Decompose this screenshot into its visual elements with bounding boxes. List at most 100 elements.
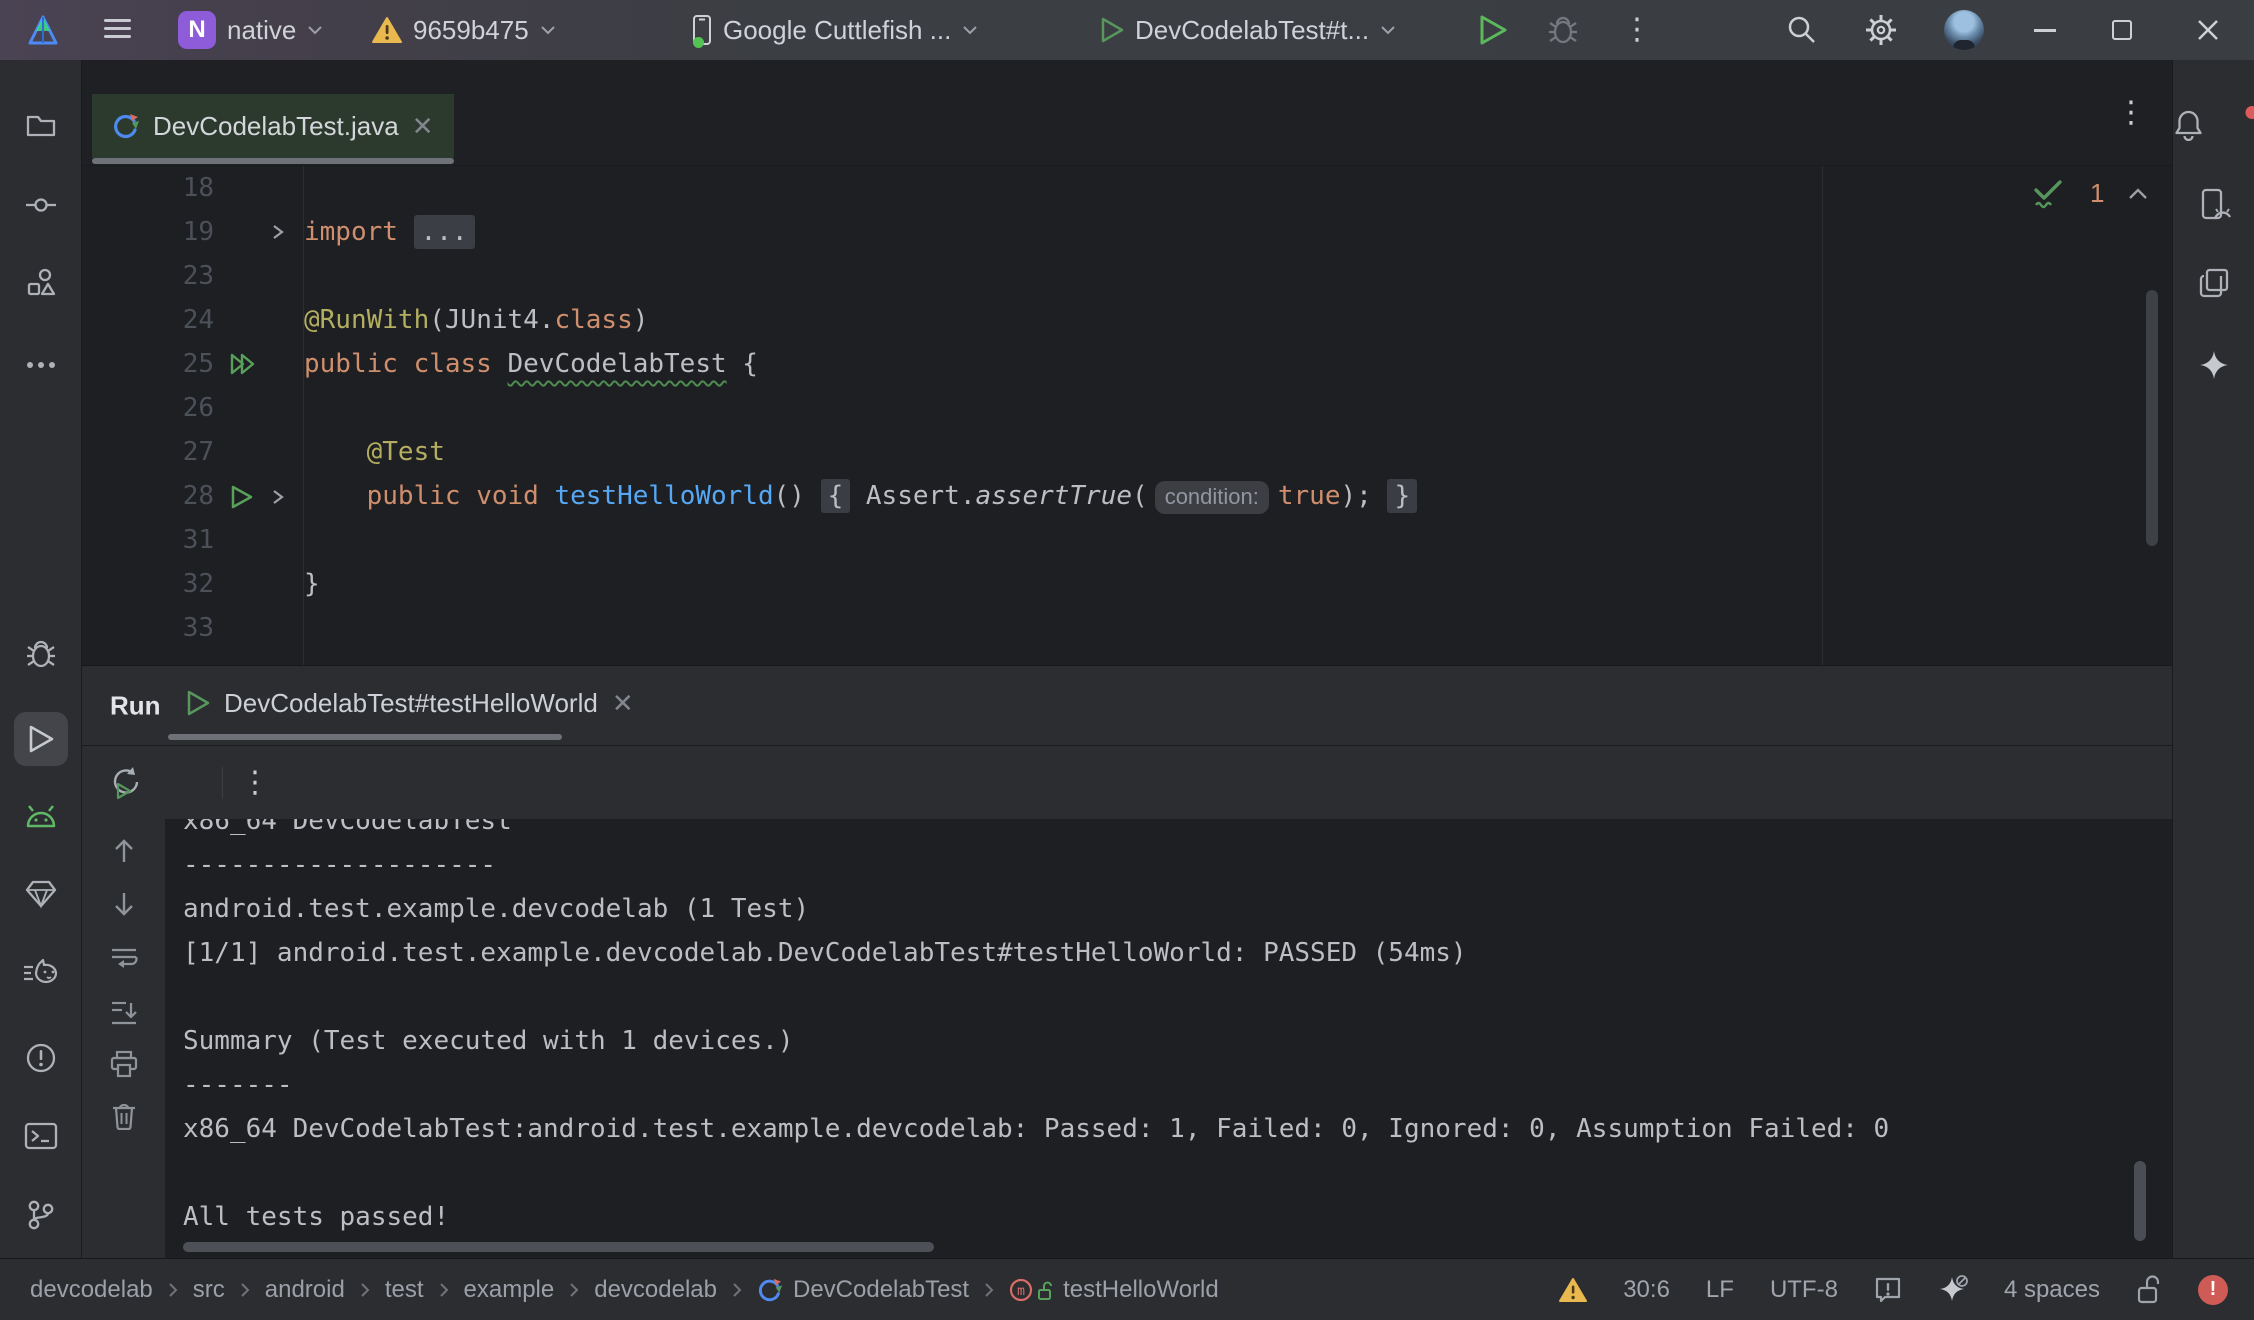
structure-tool-button[interactable] (25, 267, 57, 299)
code-text[interactable] (304, 606, 2172, 650)
code-text[interactable]: import ... (304, 210, 2172, 254)
clear-console-button[interactable] (111, 1102, 137, 1130)
code-token: } (1387, 479, 1417, 513)
app-quality-insights-tool-button[interactable] (24, 879, 58, 909)
code-text[interactable]: public void testHelloWorld() { Assert.as… (304, 474, 2172, 519)
run-tab-play-icon (186, 690, 210, 716)
fatal-error-badge[interactable]: ! (2198, 1275, 2228, 1305)
user-avatar[interactable] (1944, 0, 1984, 60)
soft-wrap-button[interactable] (110, 945, 138, 971)
scroll-to-end-button[interactable] (110, 999, 138, 1025)
code-line[interactable]: 32} (82, 562, 2172, 606)
run-tab[interactable]: DevCodelabTest#testHelloWorld ✕ (186, 666, 634, 740)
fold-arrow-icon[interactable] (272, 488, 284, 506)
code-line[interactable]: 24@RunWith(JUnit4.class) (82, 298, 2172, 342)
code-editor[interactable]: 1819import ...2324@RunWith(JUnit4.class)… (82, 166, 2172, 665)
run-configuration-selector[interactable]: DevCodelabTest#t... (1100, 0, 1396, 60)
prev-occurrence-button[interactable] (111, 837, 137, 865)
file-encoding[interactable]: UTF-8 (1770, 1276, 1838, 1304)
fold-arrow-icon[interactable] (272, 223, 284, 241)
code-text[interactable] (304, 518, 2172, 562)
code-line[interactable]: 19import ... (82, 210, 2172, 254)
indent-setting[interactable]: 4 spaces (2004, 1276, 2100, 1304)
code-text[interactable]: @RunWith(JUnit4.class) (304, 298, 2172, 342)
run-class-icon[interactable] (230, 352, 258, 376)
caret-position[interactable]: 30:6 (1623, 1276, 1670, 1304)
search-everywhere-button[interactable] (1786, 0, 1818, 60)
code-text[interactable] (304, 254, 2172, 298)
project-tool-button[interactable] (25, 111, 57, 139)
editor-options-button[interactable]: ⋮ (2116, 98, 2146, 128)
profiler-tool-button[interactable] (23, 958, 59, 986)
run-test-icon[interactable] (230, 485, 254, 509)
unlock-icon[interactable] (2136, 1275, 2162, 1305)
run-tool-button-active[interactable] (14, 712, 68, 766)
notifications-button[interactable] (2173, 109, 2254, 141)
gutter (214, 430, 304, 474)
commit-tool-button[interactable] (25, 189, 57, 221)
code-text[interactable]: public class DevCodelabTest { (304, 342, 2172, 386)
logcat-tool-button[interactable] (23, 804, 59, 830)
code-line[interactable]: 33 (82, 606, 2172, 650)
close-button[interactable] (2196, 0, 2220, 60)
rerun-icon (108, 766, 140, 800)
next-occurrence-button[interactable] (111, 890, 137, 918)
branch-selector[interactable]: 9659b475 (372, 0, 556, 60)
version-control-tool-button[interactable] (25, 1199, 57, 1231)
more-actions-button[interactable]: ⋮ (1622, 0, 1652, 60)
code-text[interactable] (304, 386, 2172, 430)
breadcrumb-item[interactable]: android (265, 1276, 345, 1304)
breadcrumb-item[interactable]: DevCodelabTest (757, 1276, 969, 1304)
code-line[interactable]: 26 (82, 386, 2172, 430)
inspection-widget[interactable]: 1 (2032, 178, 2172, 209)
minimize-button[interactable] (2034, 0, 2056, 60)
breadcrumb-item[interactable]: src (193, 1276, 225, 1304)
editor-tab[interactable]: DevCodelabTest.java ✕ (92, 94, 454, 158)
run-tab-close-icon[interactable]: ✕ (612, 688, 634, 719)
code-line[interactable]: 27 @Test (82, 430, 2172, 474)
rerun-button[interactable] (108, 766, 140, 800)
code-text[interactable]: @Test (304, 430, 2172, 474)
maximize-button[interactable] (2112, 0, 2132, 60)
close-icon (2196, 18, 2220, 42)
gemini-tool-button[interactable] (2198, 349, 2230, 381)
code-text[interactable]: } (304, 562, 2172, 606)
code-line[interactable]: 25public class DevCodelabTest { (82, 342, 2172, 386)
breadcrumb-item[interactable]: test (385, 1276, 424, 1304)
breadcrumb-item[interactable]: example (464, 1276, 555, 1304)
more-tool-windows-button[interactable] (25, 361, 57, 369)
console-line: x86_64 DevCodelabTest:android.test.examp… (183, 1107, 2172, 1151)
tab-close-icon[interactable]: ✕ (412, 113, 434, 139)
breadcrumb-item[interactable]: devcodelab (594, 1276, 717, 1304)
running-devices-tool-button[interactable] (2197, 188, 2231, 222)
run-button[interactable] (1478, 0, 1508, 60)
warning-icon[interactable] (1559, 1277, 1587, 1303)
console-vscrollbar-thumb[interactable] (2134, 1161, 2146, 1241)
line-separator[interactable]: LF (1706, 1276, 1734, 1304)
code-line[interactable]: 28 public void testHelloWorld() { Assert… (82, 474, 2172, 518)
arrow-up-icon (111, 837, 137, 865)
ai-spark-disabled-icon[interactable] (1938, 1275, 1968, 1305)
project-selector[interactable]: N native (178, 0, 323, 60)
breadcrumb-item[interactable]: devcodelab (30, 1276, 153, 1304)
debug-tool-button[interactable] (24, 638, 58, 670)
console-hscrollbar-thumb[interactable] (183, 1242, 934, 1252)
editor-scrollbar-thumb[interactable] (2146, 290, 2158, 546)
code-text[interactable] (304, 166, 2172, 210)
console-output[interactable]: x86_64 DevCodelabTest-------------------… (165, 819, 2172, 1258)
code-line[interactable]: 23 (82, 254, 2172, 298)
problems-tool-button[interactable] (25, 1042, 57, 1074)
code-line[interactable]: 31 (82, 518, 2172, 562)
print-button[interactable] (110, 1050, 138, 1078)
breadcrumb-item[interactable]: mtestHelloWorld (1009, 1276, 1219, 1304)
run-more-options-button[interactable]: ⋮ (240, 768, 270, 798)
inspection-highlight-icon[interactable] (1874, 1276, 1902, 1304)
terminal-tool-button[interactable] (24, 1122, 58, 1150)
code-line[interactable]: 18 (82, 166, 2172, 210)
debug-button[interactable] (1546, 0, 1580, 60)
test-class-icon (112, 112, 140, 140)
prev-problem-icon[interactable] (2128, 188, 2148, 200)
device-selector[interactable]: Google Cuttlefish ... (692, 0, 978, 60)
layout-inspector-tool-button[interactable] (2198, 267, 2230, 299)
main-menu-button[interactable] (104, 0, 131, 60)
